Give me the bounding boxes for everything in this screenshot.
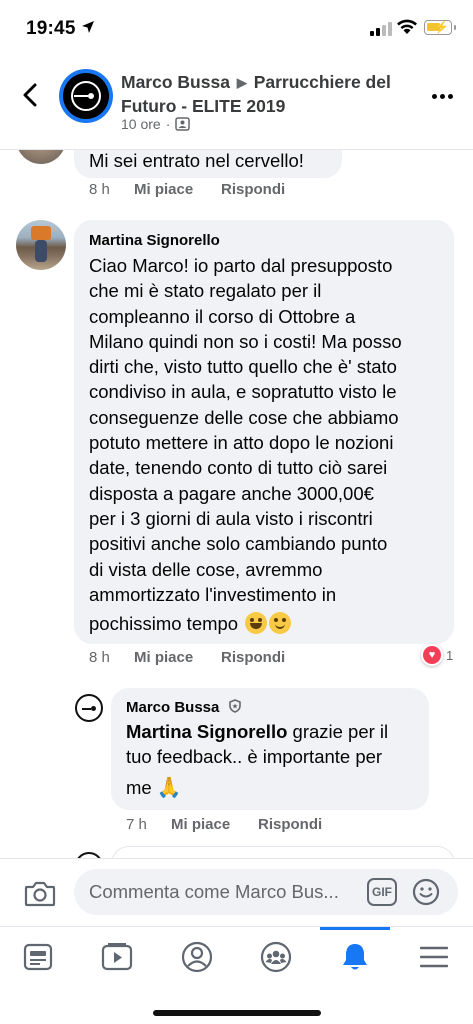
group-privacy-icon xyxy=(175,117,191,131)
smiling-emoji-icon xyxy=(269,612,292,635)
reply-text: Martina Signorello grazie per il tuo fee… xyxy=(126,721,389,799)
menu-icon xyxy=(420,946,448,968)
meta-separator: · xyxy=(165,116,171,132)
comment-actions: 8 h Mi piace Rispondi xyxy=(89,181,285,198)
commenter-avatar[interactable] xyxy=(16,220,66,270)
tab-profile[interactable] xyxy=(175,937,219,977)
reaction-summary[interactable]: ♥ 1 xyxy=(421,644,453,666)
active-tab-indicator xyxy=(320,927,390,930)
reply-time: 7 h xyxy=(126,816,147,833)
location-arrow-icon xyxy=(82,21,94,33)
reply-avatar[interactable] xyxy=(75,694,103,722)
notifications-icon xyxy=(343,944,367,970)
reply-button[interactable]: Rispondi xyxy=(221,649,285,666)
comment-composer: Commenta come Marco Bus... GIF xyxy=(0,858,473,926)
commenter-avatar[interactable] xyxy=(16,150,66,164)
reply-button[interactable]: Rispondi xyxy=(258,816,322,833)
mention-link[interactable]: Martina Signorello xyxy=(126,721,287,742)
profile-icon xyxy=(181,941,213,973)
more-options-icon[interactable] xyxy=(432,94,453,99)
tab-menu[interactable] xyxy=(412,937,456,977)
like-button[interactable]: Mi piace xyxy=(134,181,221,198)
love-reaction-icon: ♥ xyxy=(421,644,443,666)
back-chevron-icon[interactable] xyxy=(20,82,40,108)
grinning-emoji-icon xyxy=(245,612,268,635)
comment-text: Ciao Marco! io parto dal presupposto che… xyxy=(89,255,402,635)
post-author[interactable]: Marco Bussa xyxy=(121,72,230,92)
groups-icon xyxy=(260,941,292,973)
battery-icon: ⚡ xyxy=(424,20,456,35)
wifi-icon xyxy=(397,19,417,34)
comment-time: 8 h xyxy=(89,181,110,198)
cellular-signal-icon xyxy=(370,22,392,36)
reply-bubble: Marco Bussa Martina Signorello grazie pe… xyxy=(111,688,429,810)
reaction-count: 1 xyxy=(446,647,454,663)
comment-bubble: Martina Signorello Ciao Marco! io parto … xyxy=(74,220,454,644)
home-indicator xyxy=(153,1010,321,1016)
gif-icon[interactable]: GIF xyxy=(367,878,397,906)
bottom-tab-bar xyxy=(0,926,473,1024)
admin-badge-icon xyxy=(228,699,241,713)
news-feed-icon xyxy=(23,943,53,971)
comments-list: Mi sei entrato nel cervello! 8 h Mi piac… xyxy=(0,150,473,858)
post-time: 10 ore xyxy=(121,116,161,132)
comment-author[interactable]: Martina Signorello xyxy=(89,232,220,249)
reply-bubble xyxy=(111,846,455,858)
like-button[interactable]: Mi piace xyxy=(171,816,258,833)
tab-groups[interactable] xyxy=(254,937,298,977)
comment-text: Mi sei entrato nel cervello! xyxy=(89,150,304,171)
comment-placeholder: Commenta come Marco Bus... xyxy=(89,881,339,902)
folded-hands-emoji-icon: 🙏 xyxy=(156,776,182,799)
reply-author[interactable]: Marco Bussa xyxy=(126,699,242,716)
status-time: 19:45 xyxy=(26,18,76,39)
camera-icon[interactable] xyxy=(24,879,56,907)
shared-to-arrow-icon: ▶ xyxy=(236,75,247,90)
post-title[interactable]: Marco Bussa ▶ Parrucchiere del Futuro - … xyxy=(121,71,421,117)
tab-news-feed[interactable] xyxy=(16,937,60,977)
reply-actions: 7 h Mi piace Rispondi xyxy=(126,816,322,833)
emoji-icon[interactable] xyxy=(412,878,440,906)
watch-icon xyxy=(101,943,133,971)
tab-watch[interactable] xyxy=(95,937,139,977)
comment-actions: 8 h Mi piace Rispondi xyxy=(89,649,285,666)
group-avatar[interactable] xyxy=(59,69,113,123)
comment-time: 8 h xyxy=(89,649,110,666)
like-button[interactable]: Mi piace xyxy=(134,649,221,666)
tab-notifications[interactable] xyxy=(333,937,377,977)
post-header: Marco Bussa ▶ Parrucchiere del Futuro - … xyxy=(0,56,473,150)
status-bar: 19:45 ⚡ xyxy=(0,0,473,56)
comment-input[interactable]: Commenta come Marco Bus... GIF xyxy=(74,869,458,915)
reply-button[interactable]: Rispondi xyxy=(221,181,285,198)
comment-bubble: Mi sei entrato nel cervello! xyxy=(74,150,342,178)
post-meta: 10 ore · xyxy=(121,116,191,132)
